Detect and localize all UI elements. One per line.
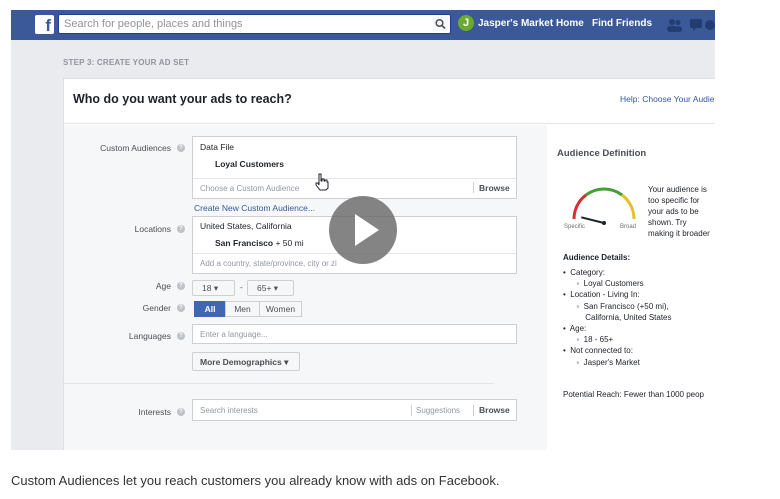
- audience-definition-title: Audience Definition: [557, 148, 647, 159]
- divider: [193, 178, 516, 179]
- potential-reach: Potential Reach: Fewer than 1000 peop: [563, 390, 704, 399]
- card-title: Who do you want your ads to reach?: [73, 92, 292, 106]
- gauge-needle: [581, 216, 605, 224]
- divider: [473, 405, 474, 416]
- warning-line: shown. Try: [648, 218, 687, 227]
- gender-men-button[interactable]: Men: [225, 301, 260, 317]
- step-label: STEP 3: CREATE YOUR AD SET: [63, 58, 190, 67]
- facebook-logo[interactable]: f: [35, 15, 54, 34]
- help-icon[interactable]: ?: [177, 225, 185, 233]
- audience-detail-line: ◦ Loyal Customers: [563, 279, 644, 289]
- create-custom-audience-link[interactable]: Create New Custom Audience...: [194, 203, 315, 213]
- location-city-row[interactable]: San Francisco + 50 mi: [215, 238, 304, 248]
- interests-suggestions-button[interactable]: Suggestions: [416, 406, 460, 415]
- help-icon[interactable]: ?: [177, 144, 185, 152]
- audience-detail-line: ◦ San Francisco (+50 mi),: [563, 301, 669, 311]
- languages-input[interactable]: Enter a language...: [192, 324, 517, 344]
- custom-audiences-label: Custom Audiences: [100, 143, 171, 153]
- interests-placeholder: Search interests: [200, 406, 258, 415]
- languages-label: Languages: [128, 331, 171, 341]
- location-city: San Francisco: [215, 238, 274, 248]
- age-min-select[interactable]: 18 ▾: [192, 280, 235, 296]
- audience-detail-line: • Category:: [563, 268, 605, 277]
- age-min-value: 18: [202, 283, 212, 293]
- help-icon[interactable]: ?: [177, 332, 185, 340]
- custom-audience-browse-button[interactable]: Browse: [479, 183, 510, 193]
- audience-group-label: Data File: [200, 142, 235, 152]
- messages-icon[interactable]: [690, 19, 702, 31]
- custom-audience-placeholder: Choose a Custom Audience: [200, 184, 300, 193]
- age-max-value: 65+: [257, 283, 272, 293]
- interests-input[interactable]: Search interests Suggestions Browse: [192, 399, 517, 421]
- help-icon[interactable]: ?: [177, 408, 185, 416]
- gender-women-button[interactable]: Women: [259, 301, 302, 317]
- find-friends-link[interactable]: Find Friends: [592, 18, 652, 29]
- help-icon[interactable]: ?: [177, 304, 185, 312]
- audience-details-title: Audience Details:: [563, 253, 631, 262]
- home-link[interactable]: Home: [556, 18, 584, 29]
- custom-audience-field[interactable]: Data File Loyal Customers Choose a Custo…: [192, 136, 517, 199]
- warning-line: Your audience is: [648, 185, 707, 194]
- audience-detail-line: • Location - Living In:: [563, 290, 640, 300]
- search-input[interactable]: Search for people, places and things: [58, 14, 451, 34]
- play-icon: [355, 214, 379, 246]
- chevron-down-icon: ▾: [273, 283, 279, 293]
- hand-cursor-icon: [315, 173, 329, 191]
- audience-size-gauge: [572, 187, 636, 225]
- warning-line: too specific for: [648, 196, 700, 205]
- audience-detail-line: • Age:: [563, 324, 587, 333]
- chevron-down-icon: ▾: [284, 357, 289, 367]
- more-demographics-button[interactable]: More Demographics ▾: [192, 352, 300, 371]
- audience-detail-line: • Not connected to:: [563, 346, 633, 356]
- location-country: United States, California: [200, 221, 292, 231]
- friend-requests-icon[interactable]: [667, 19, 682, 32]
- globe-icon[interactable]: [705, 20, 715, 30]
- interests-browse-button[interactable]: Browse: [479, 405, 510, 415]
- gauge-hub: [602, 221, 606, 225]
- location-radius[interactable]: + 50 mi: [275, 238, 303, 248]
- search-icon[interactable]: [433, 17, 448, 31]
- card-header: Who do you want your ads to reach? Help:…: [64, 79, 715, 124]
- audience-detail-line: California, United States: [563, 312, 672, 322]
- audience-detail-line: ◦ Jasper's Market: [563, 357, 640, 367]
- warning-line: making it broader: [648, 229, 710, 238]
- location-placeholder: Add a country, state/province, city or z…: [200, 259, 337, 268]
- ads-manager-screenshot: f Search for people, places and things J…: [11, 10, 715, 450]
- warning-line: your ads to be: [648, 207, 699, 216]
- help-icon[interactable]: ?: [177, 282, 185, 290]
- caption: Custom Audiences let you reach customers…: [11, 473, 500, 488]
- facebook-top-bar: f Search for people, places and things J…: [11, 10, 715, 40]
- divider: [411, 405, 412, 416]
- search-placeholder: Search for people, places and things: [64, 18, 243, 30]
- video-play-button[interactable]: [329, 196, 397, 264]
- gauge-broad-label: Broad: [620, 224, 637, 230]
- languages-placeholder: Enter a language...: [200, 330, 268, 339]
- age-range-dash: -: [240, 282, 243, 292]
- gauge-specific-label: Specific: [564, 224, 586, 230]
- locations-label: Locations: [134, 224, 171, 234]
- chevron-down-icon: ▾: [213, 283, 219, 293]
- gender-label: Gender: [142, 303, 171, 313]
- audience-definition: Audience Definition Specific Broad Your …: [546, 124, 715, 450]
- age-max-select[interactable]: 65+ ▾: [247, 280, 294, 296]
- gender-all-button[interactable]: All: [194, 301, 226, 317]
- page-avatar[interactable]: J: [458, 15, 474, 31]
- help-link[interactable]: Help: Choose Your Audie: [620, 94, 715, 104]
- age-label: Age: [155, 281, 171, 291]
- selected-audience[interactable]: Loyal Customers: [215, 159, 284, 169]
- interests-label: Interests: [138, 407, 171, 417]
- notification-icons: [667, 19, 715, 32]
- audience-detail-line: ◦ 18 - 65+: [563, 335, 614, 345]
- divider: [473, 182, 474, 193]
- page-name-link[interactable]: Jasper's Market: [478, 18, 553, 29]
- more-demographics-label: More Demographics: [200, 357, 282, 367]
- section-divider: [63, 383, 494, 384]
